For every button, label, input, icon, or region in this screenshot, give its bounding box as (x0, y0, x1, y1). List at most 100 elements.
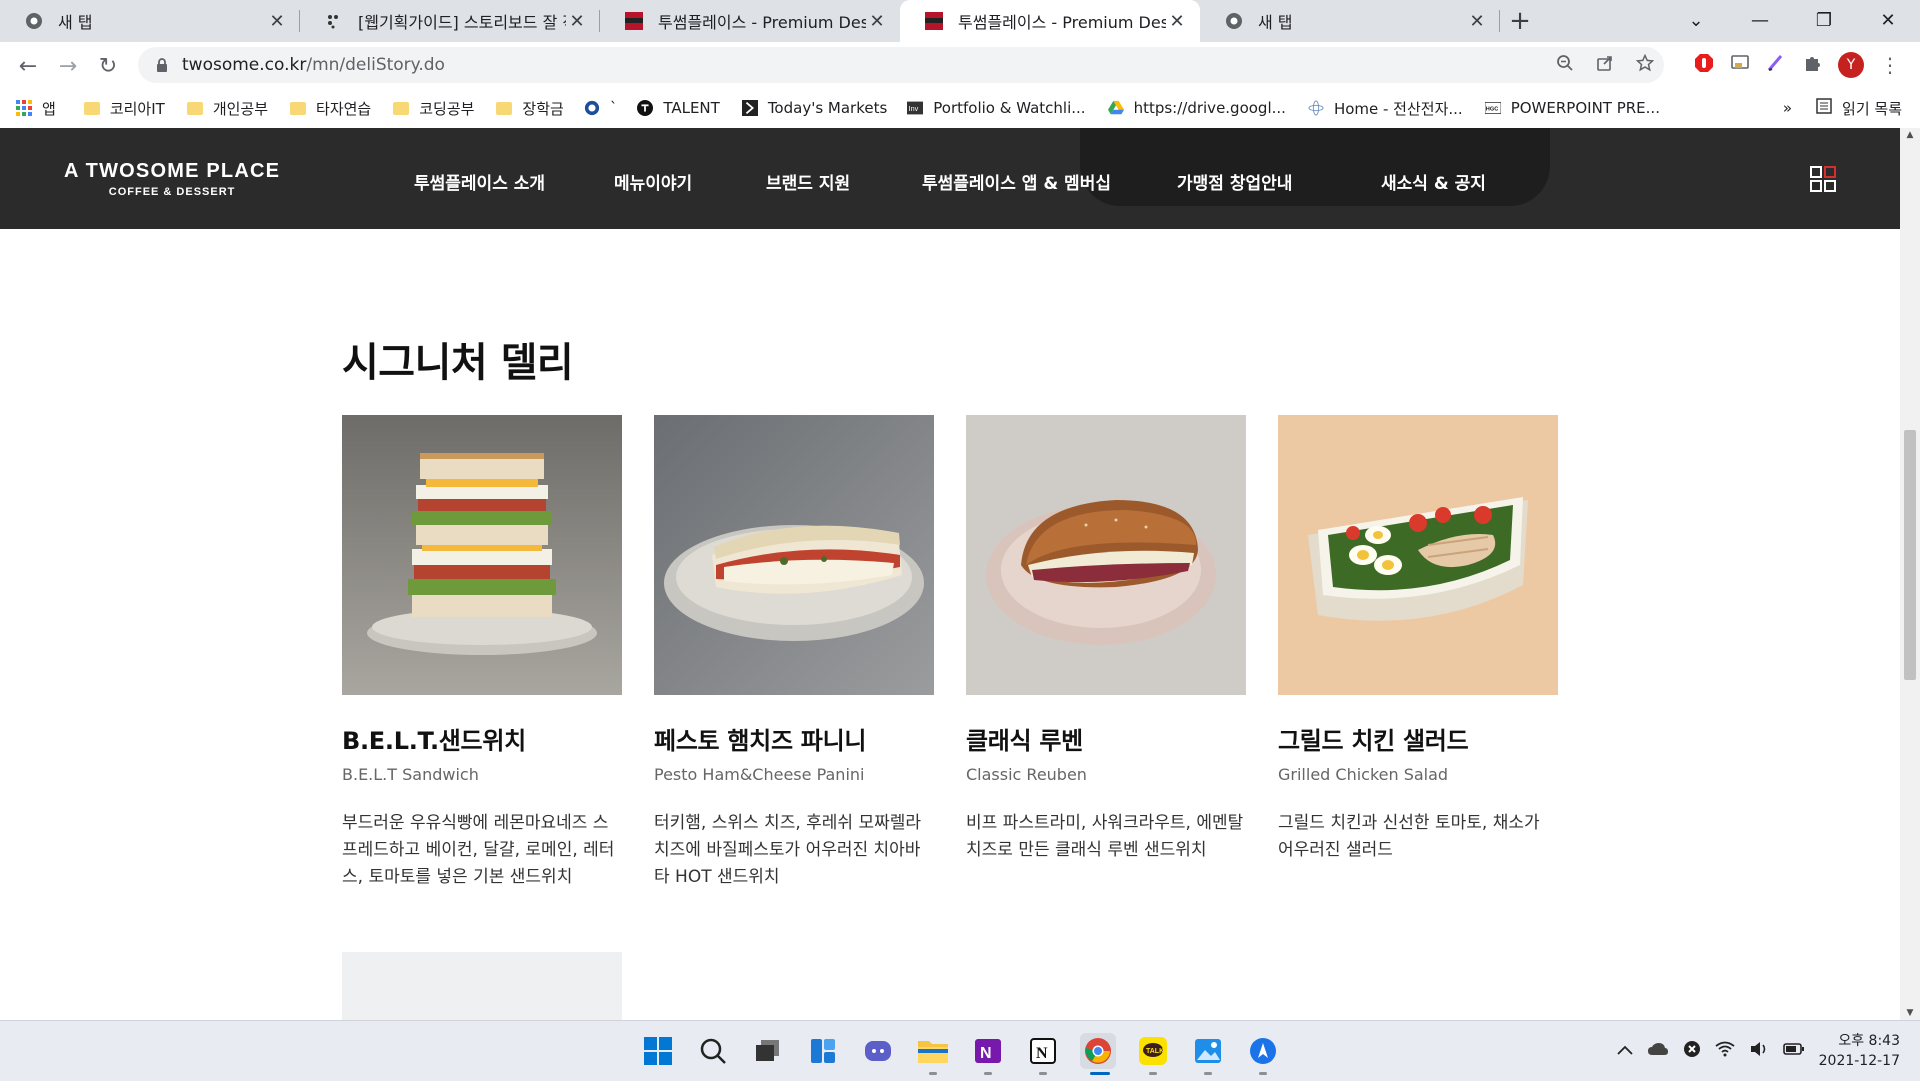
product-name[interactable]: 그릴드 치킨 샐러드 (1278, 721, 1558, 756)
twosome-logo[interactable]: A TWOSOME PLACE COFFEE & DESSERT (64, 160, 280, 198)
zoom-icon[interactable] (1556, 54, 1574, 76)
site-header: A TWOSOME PLACE COFFEE & DESSERT 투썸플레이스 … (0, 128, 1900, 229)
tab-new-1[interactable]: 새 탭 ✕ (0, 0, 300, 42)
product-image-grilled-chicken-salad[interactable] (1278, 415, 1558, 695)
nav-item-app-membership[interactable]: 투썸플레이스 앱 & 멤버십 (922, 169, 1111, 194)
tab-twosome-1[interactable]: 투썸플레이스 - Premium Desser ✕ (600, 0, 900, 42)
nav-item-about[interactable]: 투썸플레이스 소개 (414, 169, 545, 194)
bookmark-folder-coding[interactable]: 코딩공부 (393, 98, 474, 119)
volume-icon[interactable] (1749, 1041, 1769, 1061)
adblock-icon[interactable] (1694, 53, 1714, 77)
notion-icon[interactable]: N (1025, 1033, 1061, 1069)
bookmark-label: ` (609, 99, 618, 117)
bookmark-folder-typing[interactable]: 타자연습 (290, 98, 371, 119)
nav-item-news[interactable]: 새소식 & 공지 (1381, 169, 1486, 194)
reading-list-label[interactable]: 읽기 목록 (1842, 98, 1902, 119)
markets-logo-icon (741, 100, 758, 116)
photos-icon[interactable] (1190, 1033, 1226, 1069)
atom-icon (1308, 100, 1324, 116)
kakaotalk-icon[interactable]: TALK (1135, 1033, 1171, 1069)
folder-icon (496, 100, 513, 116)
search-icon[interactable] (695, 1033, 731, 1069)
product-card-salad[interactable]: 그릴드 치킨 샐러드 Grilled Chicken Salad 그릴드 치킨과… (1278, 415, 1558, 864)
cast-icon[interactable] (1730, 54, 1750, 76)
nav-item-menu[interactable]: 메뉴이야기 (614, 169, 692, 194)
pen-extension-icon[interactable] (1766, 53, 1786, 77)
wifi-icon[interactable] (1715, 1041, 1735, 1061)
widgets-icon[interactable] (805, 1033, 841, 1069)
share-icon[interactable] (1596, 54, 1614, 76)
scroll-thumb[interactable] (1904, 430, 1916, 680)
close-icon[interactable]: ✕ (266, 11, 288, 32)
tab-new-2[interactable]: 새 탭 ✕ (1200, 0, 1500, 42)
minimize-button[interactable]: — (1728, 0, 1792, 40)
bookmarks-more-button[interactable]: » (1783, 99, 1792, 117)
product-image-belt-sandwich[interactable] (342, 415, 622, 695)
bookmark-home-cs[interactable]: Home - 전산전자... (1308, 98, 1463, 119)
scroll-down-icon[interactable]: ▼ (1900, 1008, 1920, 1018)
snipping-tool-icon[interactable] (1245, 1033, 1281, 1069)
close-icon[interactable]: ✕ (566, 11, 588, 32)
file-explorer-icon[interactable] (915, 1033, 951, 1069)
twosome-icon (924, 11, 944, 31)
bookmark-star-icon[interactable] (1635, 53, 1655, 76)
product-card-reuben[interactable]: 클래식 루벤 Classic Reuben 비프 파스트라미, 사워크라우트, … (966, 415, 1246, 864)
reading-list-icon[interactable] (1816, 98, 1832, 118)
bookmark-talent[interactable]: TALENT (637, 99, 720, 117)
chrome-taskbar-icon[interactable] (1080, 1033, 1116, 1069)
google-drive-icon (1107, 100, 1124, 116)
onedrive-cloud-icon[interactable] (1647, 1042, 1669, 1060)
sitemap-grid-icon[interactable] (1810, 166, 1836, 192)
close-icon[interactable]: ✕ (1166, 11, 1188, 32)
close-icon[interactable]: ✕ (866, 11, 888, 32)
tab-webplan-guide[interactable]: [웹기획가이드] 스토리보드 잘 작 ✕ (300, 0, 600, 42)
product-card-panini[interactable]: 페스토 햄치즈 파니니 Pesto Ham&Cheese Panini 터키햄,… (654, 415, 934, 891)
nav-item-franchise[interactable]: 가맹점 창업안내 (1177, 169, 1292, 194)
scroll-up-icon[interactable]: ▲ (1900, 130, 1920, 140)
bookmark-folder-koreait[interactable]: 코리아IT (83, 98, 165, 119)
tab-title: [웹기획가이드] 스토리보드 잘 작 (358, 13, 566, 32)
chevron-up-icon[interactable] (1616, 1043, 1633, 1059)
bookmark-portfolio[interactable]: Inv Portfolio & Watchli... (907, 99, 1086, 117)
new-tab-button[interactable]: + (1500, 0, 1540, 42)
extensions-puzzle-icon[interactable] (1802, 53, 1822, 77)
profile-avatar[interactable]: Y (1838, 52, 1864, 78)
windows-start-icon[interactable] (640, 1033, 676, 1069)
tab-title: 새 탭 (58, 13, 93, 32)
system-clock[interactable]: 오후 8:43 2021-12-17 (1819, 1031, 1900, 1071)
bookmark-powerpoint[interactable]: HGC POWERPOINT PRE... (1484, 99, 1660, 117)
bookmark-drive[interactable]: https://drive.googl... (1107, 99, 1286, 117)
close-window-button[interactable]: ✕ (1856, 0, 1920, 40)
reload-icon[interactable]: ↻ (92, 50, 124, 82)
menu-kebab-icon[interactable]: ⋮ (1880, 53, 1900, 77)
product-description: 부드러운 우유식빵에 레몬마요네즈 스프레드하고 베이컨, 달걀, 로메인, 레… (342, 813, 615, 887)
product-name[interactable]: B.E.L.T.샌드위치 (342, 721, 622, 756)
restore-button[interactable]: ❐ (1792, 0, 1856, 40)
product-image-pesto-panini[interactable] (654, 415, 934, 695)
address-bar[interactable]: twosome.co.kr/mn/deliStory.do (138, 47, 1664, 83)
product-card-belt[interactable]: B.E.L.T.샌드위치 B.E.L.T Sandwich 부드러운 우유식빵에… (342, 415, 622, 891)
bookmark-apps[interactable]: 앱 (16, 98, 56, 119)
bookmark-folder-scholarship[interactable]: 장학금 (496, 98, 564, 119)
task-view-icon[interactable] (750, 1033, 786, 1069)
product-image-next-row[interactable] (342, 952, 622, 1020)
bookmark-todays-markets[interactable]: Today's Markets (741, 99, 887, 117)
page-scrollbar[interactable]: ▲ ▼ (1900, 128, 1920, 1020)
onenote-icon[interactable]: N (970, 1033, 1006, 1069)
product-name[interactable]: 페스토 햄치즈 파니니 (654, 721, 934, 756)
nav-item-brand[interactable]: 브랜드 지원 (766, 169, 850, 194)
back-icon[interactable]: ← (12, 50, 44, 82)
dots-icon (324, 11, 344, 31)
close-circle-icon[interactable] (1683, 1040, 1701, 1062)
tab-search-icon[interactable]: ⌄ (1664, 0, 1728, 40)
battery-icon[interactable] (1782, 1042, 1805, 1060)
forward-icon[interactable]: → (52, 50, 84, 82)
product-english-name: Pesto Ham&Cheese Panini (654, 765, 865, 784)
teams-chat-icon[interactable] (860, 1033, 896, 1069)
tab-twosome-active[interactable]: 투썸플레이스 - Premium Desser ✕ (900, 0, 1200, 42)
product-name[interactable]: 클래식 루벤 (966, 721, 1246, 756)
product-image-classic-reuben[interactable] (966, 415, 1246, 695)
bookmark-university[interactable]: ` (584, 99, 618, 117)
bookmark-folder-personal[interactable]: 개인공부 (186, 98, 268, 119)
close-icon[interactable]: ✕ (1466, 11, 1488, 32)
